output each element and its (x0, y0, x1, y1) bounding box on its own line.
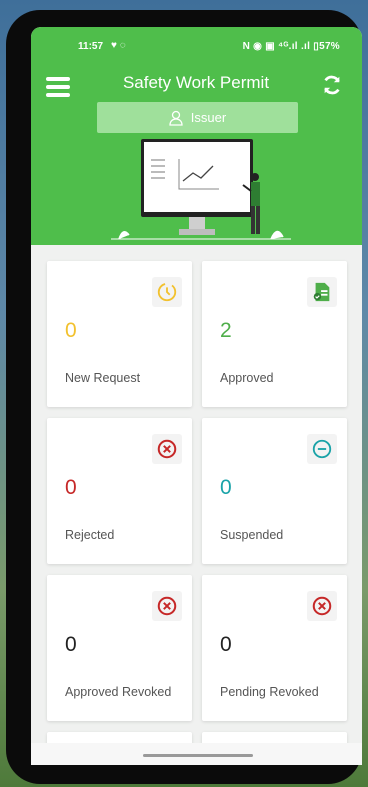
app-screen: 11:57 ♥ ◌ N ◉ ▣ ⁴ᴳ.ıl .ıl ▯57% Safety Wo… (31, 27, 362, 765)
role-badge[interactable]: Issuer (97, 102, 298, 133)
suspended-count: 0 (220, 476, 232, 499)
x-circle-icon (307, 591, 337, 621)
status-cards: 0 New Request 2 Approved 0 Rejected 0 Su… (47, 261, 347, 762)
minus-circle-icon (307, 434, 337, 464)
header: 11:57 ♥ ◌ N ◉ ▣ ⁴ᴳ.ıl .ıl ▯57% Safety Wo… (31, 27, 362, 245)
hamburger-icon[interactable] (46, 77, 70, 97)
status-notification-icons: ♥ ◌ (111, 40, 126, 51)
refresh-icon[interactable] (321, 74, 343, 96)
presentation-illustration (111, 139, 291, 240)
card-suspended[interactable]: 0 Suspended (202, 418, 347, 564)
approved-label: Approved (220, 371, 274, 385)
card-pending-revoked[interactable]: 0 Pending Revoked (202, 575, 347, 721)
approved-revoked-count: 0 (65, 633, 77, 656)
home-indicator[interactable] (143, 754, 253, 757)
rejected-count: 0 (65, 476, 77, 499)
pending-revoked-count: 0 (220, 633, 232, 656)
approved-document-icon (307, 277, 337, 307)
approved-count: 2 (220, 319, 232, 342)
x-circle-icon (152, 434, 182, 464)
approved-revoked-label: Approved Revoked (65, 685, 172, 699)
new-request-label: New Request (65, 371, 141, 385)
rejected-label: Rejected (65, 528, 115, 542)
suspended-label: Suspended (220, 528, 284, 542)
card-approved[interactable]: 2 Approved (202, 261, 347, 407)
x-circle-icon (152, 591, 182, 621)
pending-revoked-label: Pending Revoked (220, 685, 319, 699)
page-title: Safety Work Permit (122, 73, 270, 92)
card-rejected[interactable]: 0 Rejected (47, 418, 192, 564)
new-request-count: 0 (65, 319, 77, 342)
role-label: Issuer (190, 110, 227, 125)
card-approved-revoked[interactable]: 0 Approved Revoked (47, 575, 192, 721)
clock-icon (152, 277, 182, 307)
status-indicators: N ◉ ▣ ⁴ᴳ.ıl .ıl ▯57% (242, 41, 340, 52)
status-time: 11:57 (78, 41, 104, 52)
user-icon (169, 110, 183, 126)
status-bar: 11:57 ♥ ◌ N ◉ ▣ ⁴ᴳ.ıl .ıl ▯57% (31, 40, 362, 57)
card-new-request[interactable]: 0 New Request (47, 261, 192, 407)
